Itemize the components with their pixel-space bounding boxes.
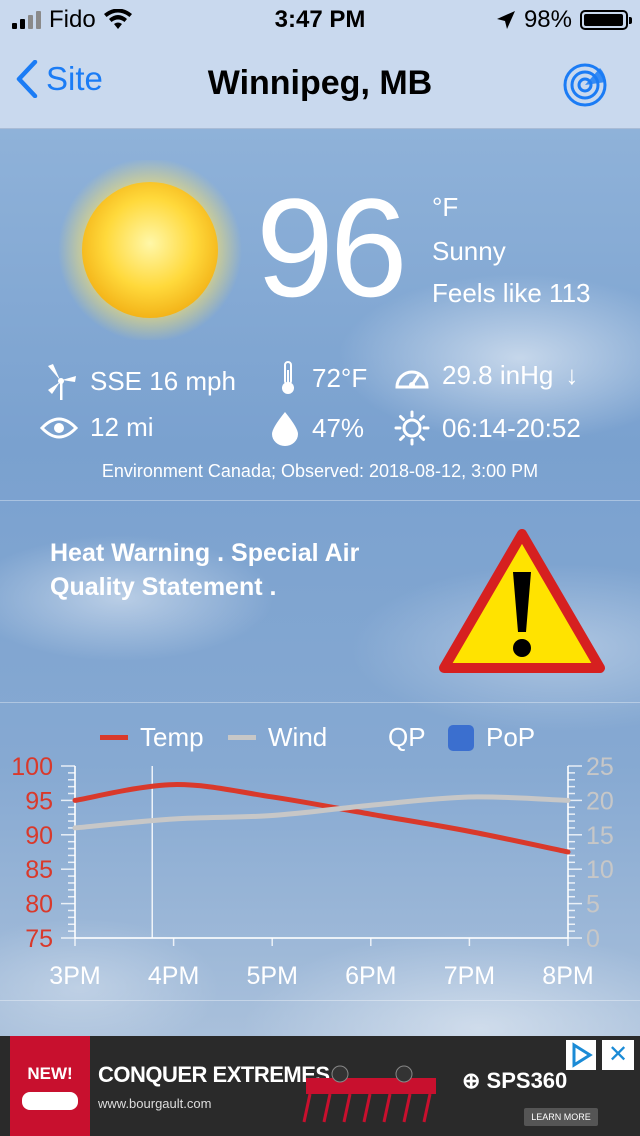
legend-label: QP — [388, 722, 426, 752]
location-arrow-icon — [496, 11, 515, 29]
thermometer-icon — [282, 361, 294, 394]
ad-equipment-image — [302, 1065, 436, 1123]
legend-swatch — [228, 735, 256, 740]
ad-banner[interactable]: NEW! CONQUER EXTREMES. www.bourgault.com… — [0, 1036, 640, 1136]
y-right-tick-label: 10 — [586, 856, 614, 884]
visibility-row: 12 mi — [40, 412, 154, 443]
pressure-row: 29.8 inHg ↓ — [394, 360, 578, 391]
pressure-value: 29.8 inHg — [442, 360, 554, 390]
wind-turbine-icon — [48, 364, 76, 400]
y-right-tick-label: 0 — [586, 925, 600, 953]
divider — [0, 702, 640, 703]
wind-value: SSE 16 mph — [90, 365, 236, 396]
visibility-value: 12 mi — [90, 412, 154, 442]
y-right-tick-label: 15 — [586, 822, 614, 850]
legend-label: Temp — [140, 722, 204, 752]
ad-close-icon[interactable]: ✕ — [602, 1040, 634, 1070]
dewpoint-value: 72°F — [312, 362, 368, 393]
feels-like: Feels like 113 — [432, 278, 591, 308]
y-left-tick-label: 100 — [11, 753, 53, 781]
ad-learn-more-button[interactable]: LEARN MORE — [524, 1108, 598, 1126]
ad-url: www.bourgault.com — [98, 1096, 212, 1111]
warning-triangle-icon[interactable] — [438, 528, 606, 678]
legend-label: PoP — [486, 722, 536, 752]
dewpoint-row: 72°F — [276, 360, 367, 396]
legend-item-temp: Temp — [100, 722, 204, 753]
sunny-weather-icon — [58, 160, 242, 340]
ad-new-badge: NEW! — [10, 1036, 90, 1136]
ad-logo — [22, 1092, 78, 1110]
legend-swatch — [100, 735, 128, 740]
adchoices-icon[interactable] — [566, 1040, 596, 1070]
pressure-trend-icon: ↓ — [565, 360, 579, 390]
y-left-tick-label: 85 — [25, 856, 53, 884]
water-drop-icon — [272, 412, 298, 446]
condition-text: Sunny — [432, 236, 506, 266]
ad-badge-text: NEW! — [27, 1064, 73, 1083]
sun-outline-icon — [394, 410, 430, 446]
legend-item-qp: QP — [388, 722, 426, 753]
legend-item-wind: Wind — [228, 722, 327, 753]
humidity-row: 47% — [270, 410, 364, 446]
status-right: 98% — [496, 6, 632, 34]
y-right-tick-label: 5 — [586, 891, 600, 919]
divider — [0, 1000, 640, 1001]
humidity-value: 47% — [312, 412, 365, 443]
legend-label: Wind — [268, 722, 328, 752]
x-tick-label: 3PM — [49, 962, 100, 990]
observation-source: Environment Canada; Observed: 2018-08-12… — [101, 461, 539, 481]
chart-legend: Temp Wind QP PoP — [0, 722, 640, 754]
y-right-tick-label: 25 — [586, 753, 614, 781]
x-tick-label: 4PM — [148, 962, 199, 990]
y-left-tick-label: 75 — [25, 925, 53, 953]
y-left-tick-label: 90 — [25, 822, 53, 850]
weather-warning-text[interactable]: Heat Warning . Special Air Quality State… — [50, 536, 430, 604]
sunrise-sunset-value: 06:14-20:52 — [442, 412, 581, 443]
wind-row: SSE 16 mph — [44, 362, 236, 400]
status-bar: Fido 3:47 PM 98% — [0, 0, 640, 40]
temperature-unit: °F — [432, 192, 459, 222]
battery-icon — [580, 10, 632, 30]
y-left-tick-label: 80 — [25, 891, 53, 919]
gauge-icon — [395, 370, 429, 388]
divider — [0, 500, 640, 501]
series-line-wind — [72, 794, 571, 831]
page-title: Winnipeg, MB — [207, 64, 433, 102]
x-tick-label: 8PM — [542, 962, 593, 990]
hourly-forecast-chart: 75 80 85 90 95 100 0 5 10 15 20 25 3PM 4PM 5PM 6PM 7PM 8P… — [11, 753, 614, 990]
x-tick-label: 5PM — [246, 962, 297, 990]
sun-times-row: 06:14-20:52 — [394, 410, 581, 446]
current-temperature: 96 — [256, 169, 408, 326]
x-tick-label: 6PM — [345, 962, 396, 990]
battery-percent: 98% — [523, 6, 572, 33]
radar-icon[interactable] — [562, 62, 608, 108]
x-tick-label: 7PM — [444, 962, 495, 990]
legend-swatch — [448, 724, 474, 751]
y-right-tick-label: 20 — [586, 787, 614, 815]
ad-brand: ⊕ SPS360 — [462, 1068, 568, 1093]
eye-icon — [40, 417, 78, 438]
y-left-tick-label: 95 — [25, 787, 53, 815]
nav-bar: Site Winnipeg, MB — [0, 40, 640, 129]
legend-item-pop: PoP — [448, 722, 535, 753]
